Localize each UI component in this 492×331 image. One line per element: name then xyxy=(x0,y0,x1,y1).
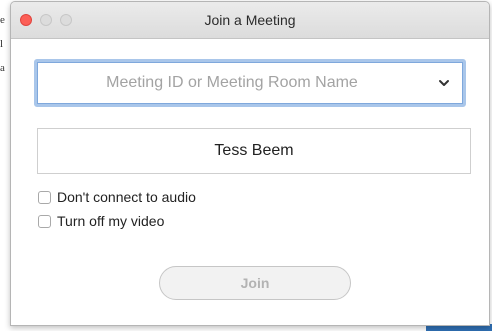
title-bar: Join a Meeting xyxy=(11,2,489,39)
turn-off-video-label[interactable]: Turn off my video xyxy=(57,213,164,229)
window-title: Join a Meeting xyxy=(204,12,296,28)
join-button[interactable]: Join xyxy=(159,266,351,300)
dialog-content: Meeting ID or Meeting Room Name Tess Bee… xyxy=(11,39,489,325)
background-letter: l xyxy=(0,38,4,50)
turn-off-video-option[interactable]: Turn off my video xyxy=(38,213,164,229)
meeting-id-input[interactable]: Meeting ID or Meeting Room Name xyxy=(37,62,427,104)
dont-connect-audio-label[interactable]: Don't connect to audio xyxy=(57,189,196,205)
background-window-text: e l a xyxy=(0,8,10,80)
meeting-id-combobox[interactable]: Meeting ID or Meeting Room Name xyxy=(34,59,466,107)
turn-off-video-checkbox[interactable] xyxy=(38,214,51,228)
display-name-input[interactable]: Tess Beem xyxy=(37,128,471,174)
dont-connect-audio-option[interactable]: Don't connect to audio xyxy=(38,189,196,205)
join-meeting-dialog: Join a Meeting Meeting ID or Meeting Roo… xyxy=(10,1,490,326)
background-letter: e xyxy=(0,14,5,26)
chevron-down-icon[interactable] xyxy=(437,76,451,90)
dont-connect-audio-checkbox[interactable] xyxy=(38,190,51,204)
background-letter: a xyxy=(0,62,5,74)
